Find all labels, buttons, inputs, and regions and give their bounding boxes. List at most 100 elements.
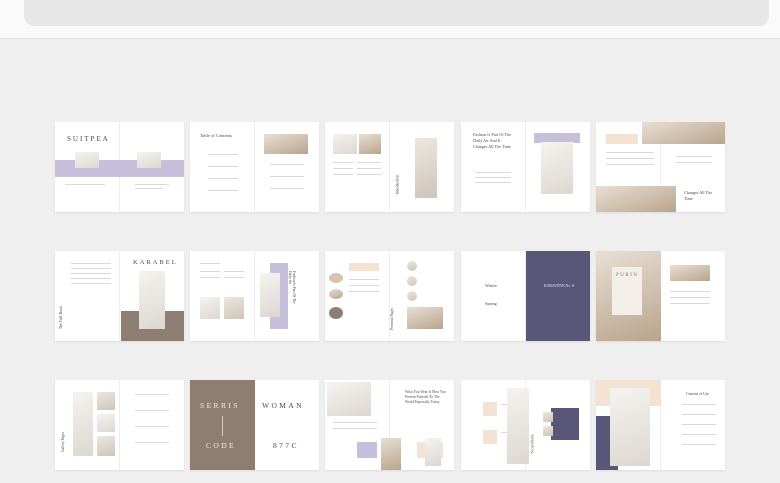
model-photo	[333, 134, 357, 154]
spread-karabel[interactable]: The Full Book KARABEL	[55, 251, 184, 341]
text-line	[208, 190, 238, 191]
spread-gallery[interactable]: Gallery Pages	[55, 380, 184, 470]
accessory-photo	[359, 134, 381, 154]
text-line	[200, 277, 220, 278]
page-fold	[525, 122, 526, 212]
spread-serris-code[interactable]: SERRIS CODE WOMAN 877C	[190, 380, 319, 470]
peach-block	[483, 402, 497, 416]
text-line	[200, 271, 220, 272]
text-line	[682, 444, 716, 445]
spread-what-you-wear[interactable]: What You Wear Is How You Present Yoursel…	[325, 380, 454, 470]
peach-block	[349, 263, 379, 271]
model-photo	[381, 438, 401, 470]
text-line	[682, 404, 716, 405]
text-line	[676, 156, 712, 157]
model-photo	[541, 142, 573, 194]
spread-title: Table of Contents	[200, 133, 232, 138]
text-line	[208, 166, 238, 167]
text-line	[475, 182, 511, 183]
text-line	[333, 162, 353, 163]
spread-fashion[interactable]: Fashion Is Part Of The Daily Air And It …	[461, 122, 590, 212]
spread-changes[interactable]: Changes All The Time	[596, 122, 725, 212]
text-line	[670, 297, 710, 298]
text-line	[208, 154, 238, 155]
text-line	[333, 428, 377, 429]
model-photo	[75, 152, 99, 168]
spread-purin[interactable]: PURIN	[596, 251, 725, 341]
text-line	[270, 188, 304, 189]
text-line	[224, 277, 244, 278]
spread-koravenn[interactable]: Winter Spring KORAVENN No. 8	[461, 251, 590, 341]
spread-title: What You Wear Is How You Present Yoursel…	[405, 390, 446, 404]
text-line	[71, 273, 111, 274]
spread-title: Changes All The Time	[684, 190, 713, 201]
page-fold	[389, 122, 390, 212]
coat-photo	[507, 388, 529, 464]
swatch	[329, 307, 343, 319]
text-line	[208, 178, 238, 179]
portrait-photo	[407, 291, 417, 301]
text-line	[71, 283, 111, 284]
text-line	[676, 162, 712, 163]
text-line	[71, 268, 111, 269]
spread-subtitle: The Full Book	[58, 305, 64, 330]
spread-title: KARABEL	[133, 259, 178, 266]
swatch	[329, 289, 343, 299]
lavender-block	[357, 442, 377, 458]
hat-photo	[264, 134, 308, 154]
text-line	[71, 263, 111, 264]
spread-label-spring: Spring	[485, 301, 497, 306]
spread-title: SUITPEA	[67, 135, 110, 143]
text-line	[200, 263, 220, 264]
text-line	[357, 162, 381, 163]
text-line	[333, 422, 377, 423]
spread-table-of-contents[interactable]: Table of Contents	[190, 122, 319, 212]
text-line	[682, 414, 716, 415]
flowers-photo	[407, 307, 443, 329]
swatch	[329, 273, 343, 283]
text-line	[670, 303, 710, 304]
text-line	[333, 168, 353, 169]
spread-title: Fashion Is Part Of The Daily Air	[288, 271, 296, 304]
page-fold	[254, 251, 255, 341]
spread-content-of-use[interactable]: Content of Use	[596, 380, 725, 470]
text-line	[65, 184, 105, 185]
page-fold	[254, 122, 255, 212]
model-photo	[610, 388, 650, 466]
page-fold	[119, 380, 120, 470]
text-line	[135, 184, 169, 185]
top-toolbar	[0, 0, 780, 39]
model-photo	[97, 392, 115, 410]
model-photo	[200, 297, 220, 319]
spread-title-code: CODE	[206, 441, 237, 450]
text-line	[270, 176, 304, 177]
spread-title-877c: 877C	[273, 441, 299, 450]
spread-social-media[interactable]: Social Media	[461, 380, 590, 470]
spread-title: Gallery Pages	[61, 431, 66, 453]
text-line	[670, 291, 710, 292]
spread-title-woman: WOMAN	[262, 401, 304, 410]
text-line	[475, 177, 511, 178]
spread-personal-pages[interactable]: Personal Pages	[325, 251, 454, 341]
spread-title: Content of Use	[686, 392, 709, 396]
peach-block	[483, 430, 497, 444]
text-line	[135, 410, 169, 411]
model-photo	[137, 152, 161, 168]
hand-photo	[642, 122, 725, 144]
portrait-photo	[407, 276, 417, 286]
text-line	[682, 424, 716, 425]
text-line	[135, 394, 169, 395]
spread-introduction[interactable]: Introduction	[325, 122, 454, 212]
text-line	[606, 158, 654, 159]
divider-line	[222, 416, 223, 436]
portrait-photo	[543, 426, 553, 436]
spread-title: PURIN	[616, 273, 639, 278]
text-line	[135, 188, 163, 189]
spread-suitpea[interactable]: SUITPEA	[55, 122, 184, 212]
model-photo	[224, 297, 244, 319]
spread-title-serris: SERRIS	[200, 401, 240, 410]
text-line	[682, 434, 716, 435]
rack-photo	[596, 186, 676, 212]
spread-daily-air[interactable]: Fashion Is Part Of The Daily Air	[190, 251, 319, 341]
text-line	[357, 168, 381, 169]
